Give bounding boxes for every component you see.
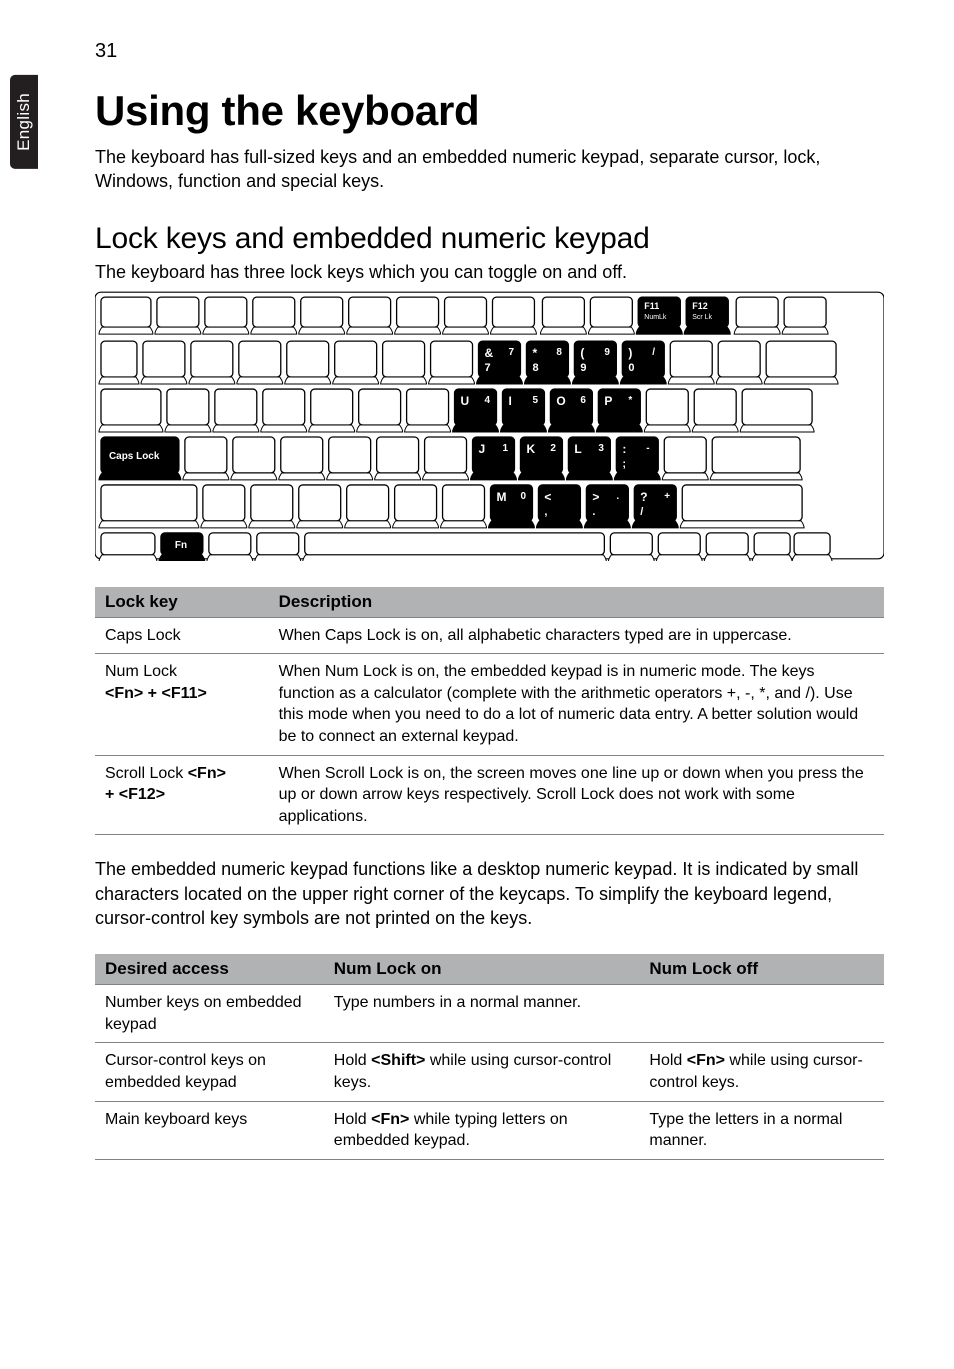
- lock-table-cell-key: Num Lock <Fn> + <F11>: [95, 654, 269, 755]
- language-tab: English: [10, 75, 38, 169]
- svg-text:Fn: Fn: [175, 539, 187, 550]
- svg-text:/: /: [640, 505, 643, 517]
- lock-key-table: Lock key Description Caps LockWhen Caps …: [95, 587, 884, 836]
- access-cell: [639, 985, 884, 1043]
- access-cell: Cursor-control keys on embedded keypad: [95, 1043, 324, 1101]
- lock-table-cell-desc: When Caps Lock is on, all alphabetic cha…: [269, 617, 884, 654]
- lock-table-cell-desc: When Scroll Lock is on, the screen moves…: [269, 755, 884, 835]
- svg-text:0: 0: [520, 491, 526, 502]
- keyboard-figure: F11 NumLk F12 Scr Lk & 7 7 * 8 8 (9 9) 0 / U 4 I 5 O 6 P *…: [95, 291, 884, 561]
- access-header-2: Num Lock on: [324, 954, 640, 985]
- page-title: Using the keyboard: [95, 87, 884, 135]
- lock-table-cell-key: Caps Lock: [95, 617, 269, 654]
- svg-text:.: .: [592, 505, 595, 517]
- svg-text:2: 2: [550, 443, 556, 454]
- svg-text:J: J: [479, 442, 486, 456]
- svg-text:*: *: [628, 395, 632, 406]
- svg-text:3: 3: [598, 443, 604, 454]
- section-subtext: The keyboard has three lock keys which y…: [95, 262, 884, 283]
- svg-text:L: L: [574, 442, 581, 456]
- svg-text:): ): [628, 346, 632, 360]
- desired-access-table: Desired access Num Lock on Num Lock off …: [95, 954, 884, 1160]
- svg-text:0: 0: [628, 362, 634, 374]
- svg-text:?: ?: [640, 489, 647, 503]
- svg-text:4: 4: [485, 395, 491, 406]
- lock-table-cell-desc: When Num Lock is on, the embedded keypad…: [269, 654, 884, 755]
- lock-table-cell-key: Scroll Lock <Fn> + <F12>: [95, 755, 269, 835]
- svg-text:M: M: [496, 489, 506, 503]
- svg-text:(: (: [580, 346, 584, 360]
- svg-text:Scr Lk: Scr Lk: [692, 314, 712, 321]
- svg-text:7: 7: [508, 347, 514, 358]
- keypad-paragraph: The embedded numeric keypad functions li…: [95, 857, 884, 930]
- intro-paragraph: The keyboard has full-sized keys and an …: [95, 145, 884, 194]
- access-header-1: Desired access: [95, 954, 324, 985]
- svg-text:/: /: [652, 347, 655, 358]
- access-cell: Main keyboard keys: [95, 1101, 324, 1159]
- access-cell: Hold <Fn> while typing letters on embedd…: [324, 1101, 640, 1159]
- svg-text:8: 8: [532, 362, 538, 374]
- access-header-3: Num Lock off: [639, 954, 884, 985]
- svg-text:;: ;: [622, 458, 626, 470]
- page-number: 31: [95, 40, 884, 63]
- svg-text:>: >: [592, 489, 599, 503]
- access-cell: Type the letters in a normal manner.: [639, 1101, 884, 1159]
- svg-text:1: 1: [502, 443, 508, 454]
- svg-text:+: +: [664, 491, 670, 502]
- access-cell: Hold <Shift> while using cursor-control …: [324, 1043, 640, 1101]
- access-cell: Number keys on embedded keypad: [95, 985, 324, 1043]
- svg-text:8: 8: [556, 347, 562, 358]
- svg-text:,: ,: [544, 505, 547, 517]
- svg-text:6: 6: [580, 395, 586, 406]
- lock-table-header-desc: Description: [269, 587, 884, 618]
- access-cell: Hold <Fn> while using cursor-control key…: [639, 1043, 884, 1101]
- svg-text:7: 7: [485, 362, 491, 374]
- access-cell: Type numbers in a normal manner.: [324, 985, 640, 1043]
- svg-text:F11: F11: [644, 301, 659, 311]
- svg-text:5: 5: [532, 395, 538, 406]
- svg-text:Caps Lock: Caps Lock: [109, 451, 160, 462]
- svg-text:&: &: [485, 346, 494, 360]
- svg-text:.: .: [616, 491, 619, 502]
- lock-table-header-key: Lock key: [95, 587, 269, 618]
- section-heading: Lock keys and embedded numeric keypad: [95, 222, 884, 256]
- svg-text:F12: F12: [692, 301, 707, 311]
- svg-text:U: U: [461, 394, 470, 408]
- svg-text:P: P: [604, 394, 612, 408]
- svg-text::: :: [622, 442, 626, 456]
- svg-text:O: O: [556, 394, 565, 408]
- svg-text:NumLk: NumLk: [644, 314, 667, 321]
- svg-text:I: I: [508, 394, 511, 408]
- svg-text:-: -: [646, 443, 649, 454]
- svg-text:*: *: [532, 346, 537, 360]
- svg-text:<: <: [544, 489, 551, 503]
- svg-text:9: 9: [604, 347, 610, 358]
- svg-text:K: K: [526, 442, 535, 456]
- svg-text:9: 9: [580, 362, 586, 374]
